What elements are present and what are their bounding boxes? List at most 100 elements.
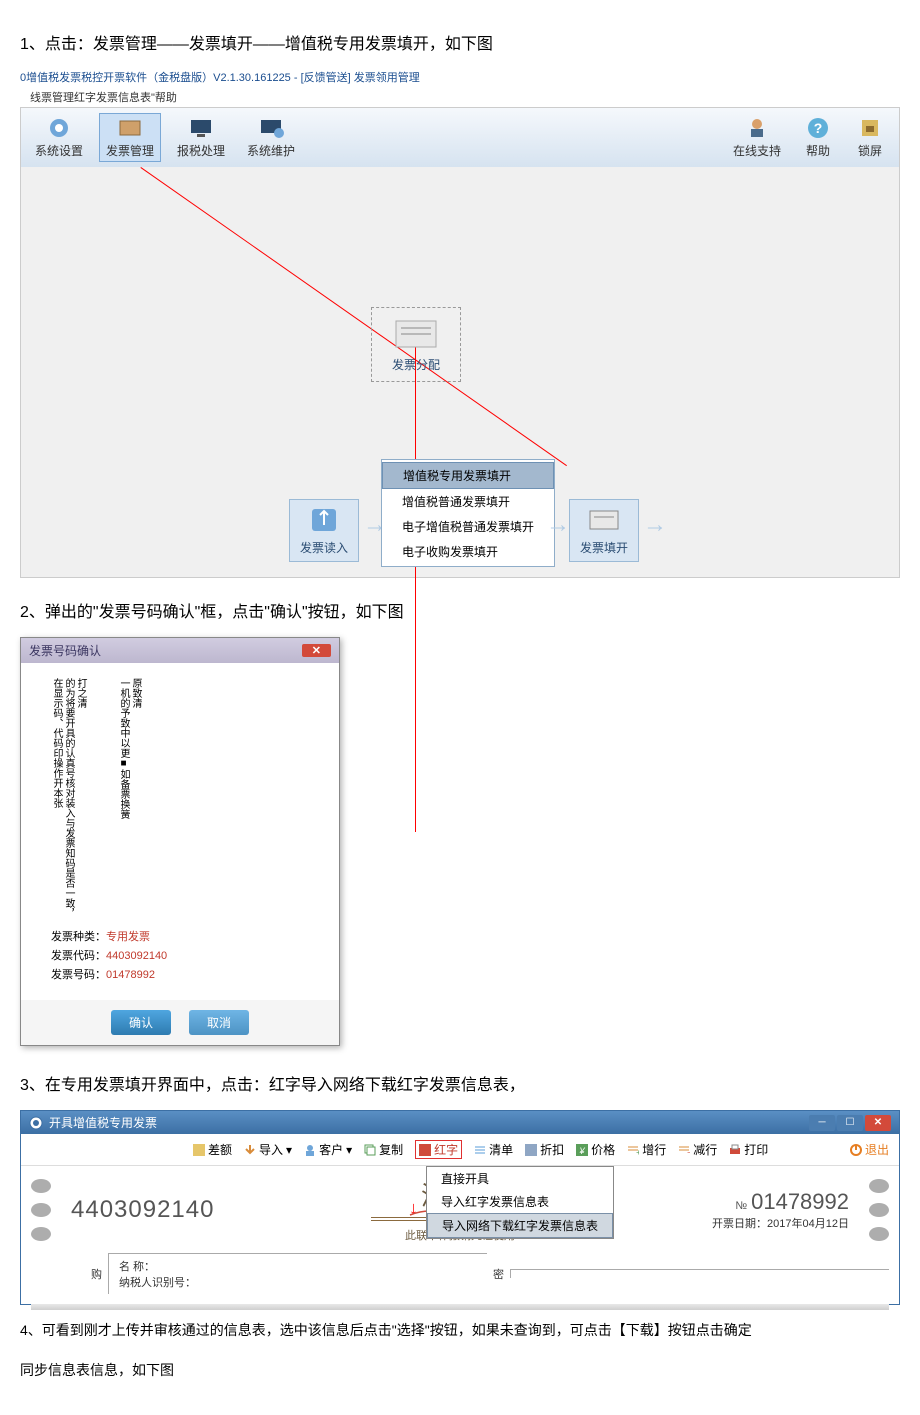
addrow-button[interactable]: +增行 — [627, 1141, 666, 1158]
list-button[interactable]: 清单 — [474, 1141, 513, 1158]
invoice-type-menu: 增值税专用发票填开 增值税普通发票填开 电子增值税普通发票填开 电子收购发票填开 — [381, 459, 555, 567]
step4-heading: 4、可看到刚才上传并审核通过的信息表，选中该信息后点击"选择"按钮，如果未查询到… — [20, 1320, 900, 1340]
lock-button[interactable]: 锁屏 — [849, 114, 891, 161]
sys-label: 系统设置 — [35, 142, 83, 159]
lock-label: 锁屏 — [858, 142, 882, 159]
step4b-heading: 同步信息表信息，如下图 — [20, 1360, 900, 1380]
dialog-body: 在显示码、代码印操作开本张 的为将要开具的认真号核对装入与发票知码是否一致， 打… — [21, 663, 339, 1000]
help-icon: ? — [803, 116, 833, 140]
red-annotation-line-2 — [415, 332, 416, 832]
dialog-titlebar: 发票号码确认 ✕ — [21, 638, 339, 663]
tax-process-button[interactable]: 报税处理 — [171, 114, 231, 161]
price-button[interactable]: ¥价格 — [576, 1141, 615, 1158]
delrow-button[interactable]: −减行 — [678, 1141, 717, 1158]
menu-import-red[interactable]: 导入红字发票信息表 — [427, 1190, 613, 1213]
app-window: 系统设置 发票管理 报税处理 系统维护 在线支持 ? 帮助 锁屏 — [20, 107, 900, 578]
alloc-label: 发票分配 — [392, 356, 440, 373]
list-icon — [474, 1144, 486, 1156]
exit-label: 退出 — [865, 1141, 889, 1158]
close-button[interactable]: ✕ — [865, 1115, 891, 1131]
red-icon — [419, 1144, 431, 1156]
diff-icon — [193, 1144, 205, 1156]
addrow-icon: + — [627, 1144, 639, 1156]
customer-icon — [304, 1144, 316, 1156]
discount-icon — [525, 1144, 537, 1156]
red-button[interactable]: 红字 — [415, 1140, 462, 1159]
customer-button[interactable]: 客户 ▾ — [304, 1141, 352, 1158]
inv-title-text: 开具增值税专用发票 — [49, 1114, 157, 1131]
invoice-read-box[interactable]: 发票读入 — [289, 499, 359, 562]
sys-settings-button[interactable]: 系统设置 — [29, 114, 89, 161]
exit-button[interactable]: 退出 — [850, 1141, 889, 1158]
menu-direct[interactable]: 直接开具 — [427, 1167, 613, 1190]
invoice-code: 4403092140 — [71, 1196, 291, 1224]
confirm-button[interactable]: 确认 — [111, 1010, 171, 1035]
app-title-bar: 0增值税发票税控开票软件（金税盘版）V2.1.30.161225 - [反馈管送… — [20, 69, 900, 85]
svg-text:+: + — [636, 1148, 639, 1156]
copy-button[interactable]: 复制 — [364, 1141, 403, 1158]
menu-import-net-red[interactable]: 导入网络下载红字发票信息表 — [427, 1213, 613, 1238]
diff-button[interactable]: 差额 — [193, 1141, 232, 1158]
customer-row: 购 名 称： 纳税人识别号： 密 — [31, 1253, 889, 1294]
hole-dot — [31, 1227, 51, 1241]
read-label: 发票读入 — [300, 539, 348, 556]
help-label: 帮助 — [806, 142, 830, 159]
invoice-number: 01478992 — [751, 1189, 849, 1214]
cancel-button[interactable]: 取消 — [189, 1010, 249, 1035]
invoice-toolbar: 差额 导入 ▾ 客户 ▾ 复制 红字 清单 折扣 ¥价格 +增行 −减行 打印 … — [21, 1134, 899, 1166]
delrow-icon: − — [678, 1144, 690, 1156]
list-label: 清单 — [489, 1141, 513, 1158]
import-icon — [244, 1144, 256, 1156]
hole-dot — [869, 1203, 889, 1217]
cust-tax-label: 纳税人识别号： — [119, 1277, 196, 1289]
gou-label: 购 — [91, 1266, 102, 1282]
cust-label: 客户 — [319, 1141, 343, 1158]
hole-dot — [31, 1203, 51, 1217]
kind-label: 发票种类： — [51, 931, 106, 943]
import-label: 导入 — [259, 1141, 283, 1158]
step1-heading: 1、点击：发票管理——发票填开——增值税专用发票填开，如下图 — [20, 30, 900, 54]
dialog-message: 在显示码、代码印操作开本张 的为将要开具的认真号核对装入与发票知码是否一致， 打… — [51, 678, 309, 918]
confirm-dialog: 发票号码确认 ✕ 在显示码、代码印操作开本张 的为将要开具的认真号核对装入与发票… — [20, 637, 340, 1046]
online-support-button[interactable]: 在线支持 — [727, 114, 787, 161]
menu-vat-general[interactable]: 增值税普通发票填开 — [382, 489, 554, 514]
menu-e-vat-general[interactable]: 电子增值税普通发票填开 — [382, 514, 554, 539]
print-button[interactable]: 打印 — [729, 1141, 768, 1158]
price-icon: ¥ — [576, 1144, 588, 1156]
invoice-window: 开具增值税专用发票 ─ ☐ ✕ 差额 导入 ▾ 客户 ▾ 复制 红字 清单 折扣… — [20, 1110, 900, 1305]
invoice-alloc-box[interactable]: 发票分配 — [371, 307, 461, 382]
menu-e-purchase[interactable]: 电子收购发票填开 — [382, 539, 554, 564]
invoice-fill-box[interactable]: 发票填开 — [569, 499, 639, 562]
minimize-button[interactable]: ─ — [809, 1115, 835, 1131]
msg-col3: 打之清 — [75, 678, 86, 918]
sys-maint-button[interactable]: 系统维护 — [241, 114, 301, 161]
lock-icon — [855, 116, 885, 140]
alloc-icon — [391, 316, 441, 352]
maximize-button[interactable]: ☐ — [837, 1115, 863, 1131]
fill-icon — [586, 505, 622, 535]
num-label: 发票号码： — [51, 969, 106, 981]
cust-name-label: 名 称： — [119, 1261, 155, 1273]
addrow-label: 增行 — [642, 1141, 666, 1158]
import-button[interactable]: 导入 ▾ — [244, 1141, 292, 1158]
hole-dot — [869, 1227, 889, 1241]
monitor-icon — [186, 116, 216, 140]
dialog-title-text: 发票号码确认 — [29, 642, 101, 659]
main-toolbar: 系统设置 发票管理 报税处理 系统维护 在线支持 ? 帮助 锁屏 — [21, 108, 899, 167]
msg-col2: 的为将要开具的认真号核对装入与发票知码是否一致， — [63, 678, 74, 918]
inv-mgmt-label: 发票管理 — [106, 142, 154, 159]
help-button[interactable]: ? 帮助 — [797, 114, 839, 161]
discount-button[interactable]: 折扣 — [525, 1141, 564, 1158]
close-icon[interactable]: ✕ — [302, 644, 331, 657]
copy-icon — [364, 1144, 376, 1156]
invoice-mgmt-button[interactable]: 发票管理 — [99, 113, 161, 162]
print-icon — [729, 1144, 741, 1156]
menu-line: 线票管理红字发票信息表"帮助 — [30, 89, 900, 105]
mi-label: 密 — [493, 1266, 504, 1282]
msg-col4: 一机的予致中以更■如备票换簧 — [118, 678, 129, 918]
msg-col5: 原致清 — [130, 678, 141, 918]
no-prefix: № — [735, 1200, 747, 1212]
read-icon — [306, 505, 342, 535]
red-dropdown-menu: 直接开具 导入红字发票信息表 导入网络下载红字发票信息表 — [426, 1166, 614, 1239]
menu-vat-special[interactable]: 增值税专用发票填开 — [382, 462, 554, 489]
